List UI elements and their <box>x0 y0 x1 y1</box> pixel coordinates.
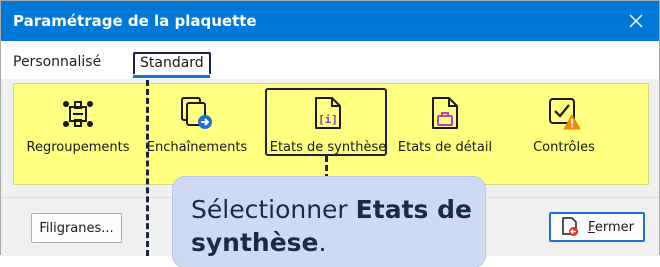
tab-personnalise[interactable]: Personnalisé <box>13 54 101 70</box>
tab-standard[interactable]: Standard <box>133 52 211 74</box>
ribbon-item-etats-de-synthese[interactable]: [i] Etats de synthèse <box>266 84 390 184</box>
window-title: Paramétrage de la plaquette <box>13 12 257 30</box>
guide-line-tab <box>146 80 149 256</box>
ribbon-label: Regroupements <box>26 140 130 155</box>
callout-text: Sélectionner Etats de synthèse. <box>191 193 485 259</box>
fermer-label: Fermer <box>588 220 634 235</box>
instruction-callout: Sélectionner Etats de synthèse. <box>173 177 485 267</box>
info-document-icon: [i] <box>313 92 343 130</box>
chain-docs-icon <box>180 92 214 130</box>
tab-bar: Personnalisé Standard <box>1 41 659 79</box>
group-icon <box>61 92 95 130</box>
close-icon <box>629 14 643 28</box>
filigranes-button[interactable]: Filigranes... <box>31 213 122 243</box>
svg-text:[i]: [i] <box>318 113 338 126</box>
fermer-mnemonic: F <box>588 219 595 235</box>
exit-doc-icon <box>562 217 579 236</box>
close-dialog-button[interactable]: Fermer <box>549 212 645 242</box>
ribbon-item-etats-de-detail[interactable]: Etats de détail <box>392 84 498 184</box>
ribbon-item-enchainements[interactable]: Enchaînements <box>140 84 254 184</box>
callout-suffix: . <box>318 228 327 257</box>
ribbon-item-controles[interactable]: Contrôles <box>514 84 614 184</box>
tab-selected-indicator <box>133 75 210 78</box>
callout-prefix: Sélectionner <box>191 195 356 224</box>
ribbon-label: Etats de détail <box>397 140 493 155</box>
ribbon-label: Etats de synthèse <box>269 140 387 155</box>
ribbon-label: Contrôles <box>533 140 595 155</box>
controls-warning-icon <box>547 92 581 130</box>
detail-document-icon <box>430 92 460 130</box>
ribbon-panel: Regroupements Enchaînements [i] Etats de… <box>13 83 649 185</box>
title-bar: Paramétrage de la plaquette <box>1 1 659 41</box>
dialog-window: Paramétrage de la plaquette Personnalisé… <box>0 0 660 267</box>
ribbon-item-regroupements[interactable]: Regroupements <box>19 84 137 184</box>
fermer-label-rest: ermer <box>594 219 634 235</box>
ribbon-label: Enchaînements <box>146 140 248 155</box>
close-button[interactable] <box>613 1 659 41</box>
